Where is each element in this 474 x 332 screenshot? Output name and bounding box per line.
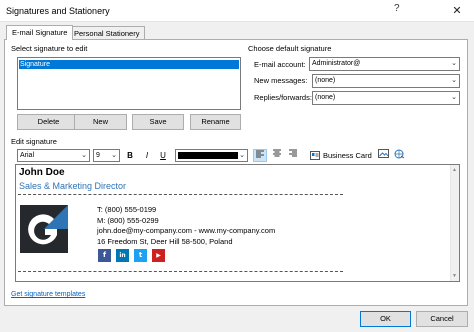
close-icon[interactable]: ✕ <box>440 0 474 22</box>
twitter-icon[interactable]: t <box>134 249 147 262</box>
default-signature-heading: Choose default signature <box>248 44 332 53</box>
new-messages-select[interactable]: (none) ⌄ <box>312 74 460 88</box>
divider-bottom <box>18 271 343 272</box>
chevron-down-icon: ⌄ <box>451 77 457 84</box>
edit-signature-label: Edit signature <box>11 137 57 146</box>
rename-button[interactable]: Rename <box>190 114 241 130</box>
font-value: Arial <box>20 152 35 159</box>
font-select[interactable]: Arial ⌄ <box>17 149 90 162</box>
delete-button-label: Delete <box>37 117 60 126</box>
replies-forwards-label: Replies/forwards: <box>254 93 312 102</box>
business-card-button[interactable]: Business Card <box>310 149 372 162</box>
tab-label: E-mail Signature <box>12 28 68 37</box>
rename-button-label: Rename <box>201 117 230 126</box>
font-size-select[interactable]: 9 ⌄ <box>93 149 120 162</box>
help-icon[interactable]: ? <box>394 3 400 14</box>
insert-hyperlink-button[interactable] <box>392 149 406 162</box>
replies-forwards-value: (none) <box>315 94 336 101</box>
new-button[interactable]: New <box>74 114 127 130</box>
cancel-button-label: Cancel <box>430 314 454 323</box>
list-item[interactable]: Signature <box>19 60 239 69</box>
select-signature-label: Select signature to edit <box>11 44 88 53</box>
font-color-swatch <box>178 152 238 159</box>
signature-contact: john.doe@my-company.com - www.my-company… <box>97 226 276 235</box>
chevron-down-icon: ⌄ <box>239 152 245 159</box>
new-button-label: New <box>92 117 108 126</box>
replies-forwards-select[interactable]: (none) ⌄ <box>312 91 460 105</box>
signature-address: 16 Freedom St, Deer Hill 58-500, Poland <box>97 237 233 246</box>
align-right-button[interactable] <box>286 149 300 162</box>
new-messages-value: (none) <box>315 77 336 84</box>
align-center-button[interactable] <box>270 149 284 162</box>
signature-mobile: M: (800) 555-0299 <box>97 216 159 225</box>
window-title: Signatures and Stationery <box>6 6 110 16</box>
email-account-select[interactable]: Administrator@ ⌄ <box>309 57 460 71</box>
email-account-label: E-mail account: <box>254 60 306 69</box>
align-left-icon <box>256 150 264 158</box>
bold-button[interactable]: B <box>123 149 137 162</box>
company-logo <box>20 205 68 253</box>
align-left-button[interactable] <box>253 149 267 162</box>
signature-phone: T: (800) 555-0199 <box>97 205 157 214</box>
signature-name: John Doe <box>19 167 65 178</box>
linkedin-icon[interactable]: in <box>116 249 129 262</box>
tab-label: Personal Stationery <box>74 29 140 38</box>
scroll-down-icon[interactable]: ▼ <box>452 273 457 279</box>
picture-icon <box>377 149 389 158</box>
chevron-down-icon: ⌄ <box>451 60 457 67</box>
logo-icon <box>20 205 68 253</box>
title-bar: Signatures and Stationery ? ✕ <box>0 0 474 22</box>
save-button-label: Save <box>149 117 167 126</box>
tab-personal-stationery[interactable]: Personal Stationery <box>68 26 146 40</box>
hyperlink-icon <box>394 149 404 159</box>
email-account-value: Administrator@ <box>312 60 361 67</box>
business-card-label: Business Card <box>323 151 372 160</box>
cancel-button[interactable]: Cancel <box>416 311 468 327</box>
align-center-icon <box>273 149 281 157</box>
font-size-value: 9 <box>96 152 100 159</box>
italic-button[interactable]: I <box>140 149 154 162</box>
chevron-down-icon: ⌄ <box>111 152 117 159</box>
save-button[interactable]: Save <box>132 114 184 130</box>
ok-button[interactable]: OK <box>360 311 411 327</box>
business-card-icon <box>310 151 320 160</box>
insert-picture-button[interactable] <box>376 149 390 162</box>
font-color-select[interactable]: ⌄ <box>175 149 248 162</box>
youtube-icon[interactable]: ▶ <box>152 249 165 262</box>
signature-editor[interactable]: John Doe Sales & Marketing Director T: (… <box>15 164 460 282</box>
facebook-icon[interactable]: f <box>98 249 111 262</box>
get-signature-templates-link[interactable]: Get signature templates <box>11 291 85 298</box>
chevron-down-icon: ⌄ <box>451 94 457 101</box>
signature-title: Sales & Marketing Director <box>19 181 127 191</box>
underline-button[interactable]: U <box>156 149 170 162</box>
tab-email-signature[interactable]: E-mail Signature <box>6 25 74 40</box>
new-messages-label: New messages: <box>254 76 308 85</box>
signature-list[interactable]: Signature <box>17 57 241 110</box>
align-right-icon <box>289 149 297 157</box>
editor-scrollbar[interactable]: ▲ ▼ <box>450 165 459 281</box>
ok-button-label: OK <box>380 314 391 323</box>
chevron-down-icon: ⌄ <box>81 152 87 159</box>
divider-top <box>18 194 343 195</box>
delete-button[interactable]: Delete <box>17 114 80 130</box>
scroll-up-icon[interactable]: ▲ <box>452 167 457 173</box>
